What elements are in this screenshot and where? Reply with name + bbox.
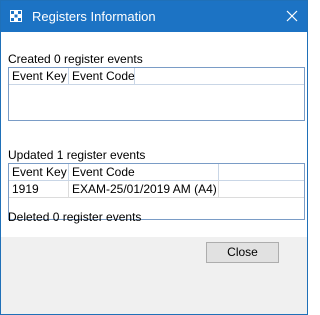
- updated-label: Updated 1 register events: [8, 148, 146, 162]
- created-label: Created 0 register events: [8, 52, 143, 66]
- column-header-event-code[interactable]: Event Code: [69, 164, 219, 180]
- dialog-content: Created 0 register events Event Key Even…: [1, 32, 307, 237]
- table-row[interactable]: 1919 EXAM-25/01/2019 AM (A4): [9, 181, 304, 198]
- registers-information-dialog: Registers Information Created 0 register…: [0, 0, 308, 315]
- updated-grid-header: Event Key Event Code: [9, 164, 304, 181]
- created-grid-header: Event Key Event Code: [9, 68, 304, 85]
- event-key-cell: 1919: [9, 181, 69, 197]
- event-code-cell: EXAM-25/01/2019 AM (A4): [69, 181, 219, 197]
- created-grid[interactable]: Event Key Event Code: [8, 67, 305, 121]
- close-icon[interactable]: [280, 4, 304, 28]
- column-header-event-key[interactable]: Event Key: [9, 68, 69, 84]
- title-bar: Registers Information: [1, 1, 307, 32]
- close-button[interactable]: Close: [206, 242, 279, 263]
- column-header-event-code[interactable]: Event Code: [69, 68, 135, 84]
- app-icon: [9, 9, 23, 23]
- column-header-event-key[interactable]: Event Key: [9, 164, 69, 180]
- deleted-label: Deleted 0 register events: [8, 210, 142, 224]
- window-title: Registers Information: [32, 9, 156, 24]
